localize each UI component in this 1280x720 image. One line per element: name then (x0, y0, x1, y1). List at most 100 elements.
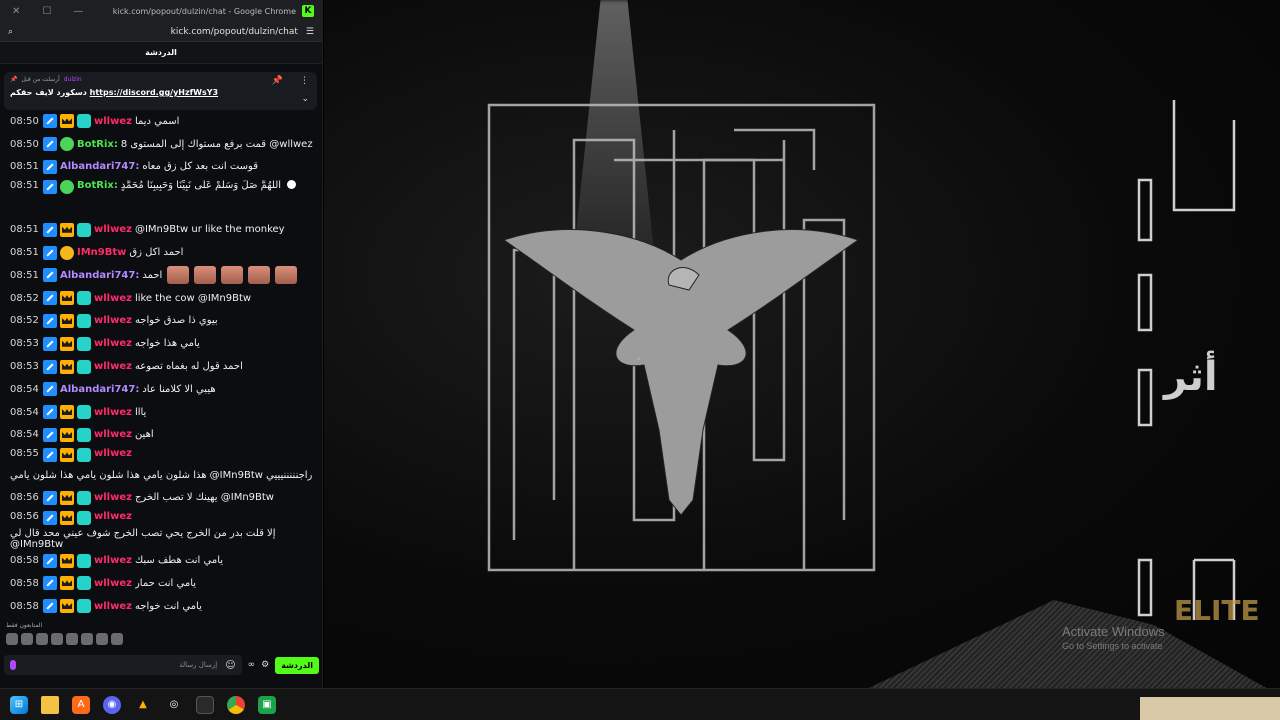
windows-start-icon[interactable]: ⊞ (10, 695, 28, 714)
moderator-badge-icon[interactable] (43, 291, 57, 306)
gold-badge-icon[interactable] (60, 245, 74, 260)
message-username[interactable]: wllwez (94, 492, 132, 503)
pinned-by-user[interactable]: dulzin (64, 76, 82, 83)
crown-badge-icon[interactable] (60, 576, 74, 591)
crown-badge-icon[interactable] (60, 448, 74, 463)
settings-icon[interactable]: ☰ (306, 27, 314, 37)
moderator-badge-icon[interactable] (43, 599, 57, 614)
more-options-icon[interactable]: ⋮ (300, 76, 309, 86)
message-username[interactable]: wllwez (94, 224, 132, 235)
crown-badge-icon[interactable] (60, 114, 74, 129)
crown-badge-icon[interactable] (60, 511, 74, 526)
moderator-badge-icon[interactable] (43, 448, 57, 463)
discord-icon[interactable]: ◉ (103, 695, 121, 714)
message-username[interactable]: wllwez (94, 555, 132, 566)
emote-item[interactable] (81, 633, 93, 645)
subscriber-badge-icon[interactable] (77, 427, 91, 442)
chrome-icon[interactable] (227, 695, 245, 714)
message-username[interactable]: wllwez (94, 361, 132, 372)
moderator-badge-icon[interactable] (43, 511, 57, 526)
emote-item[interactable] (36, 633, 48, 645)
crown-badge-icon[interactable] (60, 553, 74, 568)
moderator-badge-icon[interactable] (43, 268, 57, 283)
app-a-icon[interactable]: A (72, 695, 90, 714)
subscriber-badge-icon[interactable] (77, 576, 91, 591)
subscriber-badge-icon[interactable] (77, 222, 91, 237)
message-username[interactable]: wllwez (94, 315, 132, 326)
moderator-badge-icon[interactable] (43, 427, 57, 442)
moderator-badge-icon[interactable] (43, 576, 57, 591)
moderator-badge-icon[interactable] (43, 159, 57, 174)
chevron-down-icon[interactable]: ⌄ (301, 94, 309, 104)
pinned-link[interactable]: https://discord.gg/yHzfWsY3 (90, 88, 218, 97)
message-username[interactable]: wllwez (94, 448, 132, 459)
crown-badge-icon[interactable] (60, 427, 74, 442)
message-username[interactable]: BotRix: (77, 139, 118, 150)
crown-badge-icon[interactable] (60, 291, 74, 306)
message-username[interactable]: Albandari747: (60, 270, 139, 281)
flame-app-icon[interactable]: ▲ (134, 696, 152, 714)
subscriber-badge-icon[interactable] (77, 313, 91, 328)
moderator-badge-icon[interactable] (43, 336, 57, 351)
message-username[interactable]: wllwez (94, 601, 132, 612)
subscriber-badge-icon[interactable] (77, 511, 91, 526)
moderator-badge-icon[interactable] (43, 313, 57, 328)
emote-item[interactable] (96, 633, 108, 645)
message-username[interactable]: BotRix: (77, 180, 118, 191)
crown-badge-icon[interactable] (60, 336, 74, 351)
subscriber-badge-icon[interactable] (77, 336, 91, 351)
file-explorer-icon[interactable] (41, 695, 59, 714)
emote-item[interactable] (21, 633, 33, 645)
subscriber-badge-icon[interactable] (77, 359, 91, 374)
message-username[interactable]: wllwez (94, 578, 132, 589)
moderator-badge-icon[interactable] (43, 137, 57, 152)
moderator-badge-icon[interactable] (43, 114, 57, 129)
moderator-badge-icon[interactable] (43, 245, 57, 260)
search-icon[interactable]: ⌕ (8, 27, 13, 37)
close-icon[interactable]: ✕ (12, 6, 20, 17)
send-button[interactable]: الدردشة (275, 656, 319, 674)
subscriber-badge-icon[interactable] (77, 405, 91, 420)
message-username[interactable]: wllwez (94, 429, 132, 440)
message-username[interactable]: IMn9Btw (77, 247, 126, 258)
crown-badge-icon[interactable] (60, 490, 74, 505)
kick-app-icon[interactable]: ▣ (258, 695, 276, 714)
chat-input[interactable]: إرسال رسالة ☺ (4, 655, 242, 675)
moderator-badge-icon[interactable] (43, 222, 57, 237)
maximize-icon[interactable]: ☐ (42, 6, 51, 17)
message-username[interactable]: wllwez (94, 338, 132, 349)
message-username[interactable]: Albandari747: (60, 384, 139, 395)
subscriber-badge-icon[interactable] (77, 553, 91, 568)
obs-icon[interactable]: ◎ (165, 696, 183, 714)
subscriber-badge-icon[interactable] (77, 490, 91, 505)
moderator-badge-icon[interactable] (43, 553, 57, 568)
emote-item[interactable] (111, 633, 123, 645)
emote-item[interactable] (51, 633, 63, 645)
crown-badge-icon[interactable] (60, 359, 74, 374)
pin-icon[interactable]: 📌 (272, 76, 283, 86)
emoji-icon[interactable]: ☺ (225, 660, 235, 671)
message-username[interactable]: wllwez (94, 293, 132, 304)
app-window-icon[interactable] (196, 695, 214, 714)
message-username[interactable]: wllwez (94, 511, 132, 522)
moderator-badge-icon[interactable] (43, 382, 57, 397)
subscriber-badge-icon[interactable] (77, 599, 91, 614)
crown-badge-icon[interactable] (60, 313, 74, 328)
subscriber-badge-icon[interactable] (77, 114, 91, 129)
verified-badge-icon[interactable] (60, 180, 74, 195)
infinity-icon[interactable]: ∞ (248, 660, 256, 670)
gear-icon[interactable]: ⚙ (261, 660, 269, 670)
crown-badge-icon[interactable] (60, 405, 74, 420)
message-username[interactable]: wllwez (94, 116, 132, 127)
emote-item[interactable] (6, 633, 18, 645)
crown-badge-icon[interactable] (60, 222, 74, 237)
subscriber-badge-icon[interactable] (77, 291, 91, 306)
subscriber-badge-icon[interactable] (77, 448, 91, 463)
moderator-badge-icon[interactable] (43, 490, 57, 505)
address-bar[interactable]: ⌕ kick.com/popout/dulzin/chat ☰ (0, 22, 322, 42)
moderator-badge-icon[interactable] (43, 180, 57, 195)
crown-badge-icon[interactable] (60, 599, 74, 614)
verified-badge-icon[interactable] (60, 137, 74, 152)
microphone-icon[interactable] (10, 660, 16, 670)
minimize-icon[interactable]: — (73, 6, 83, 17)
